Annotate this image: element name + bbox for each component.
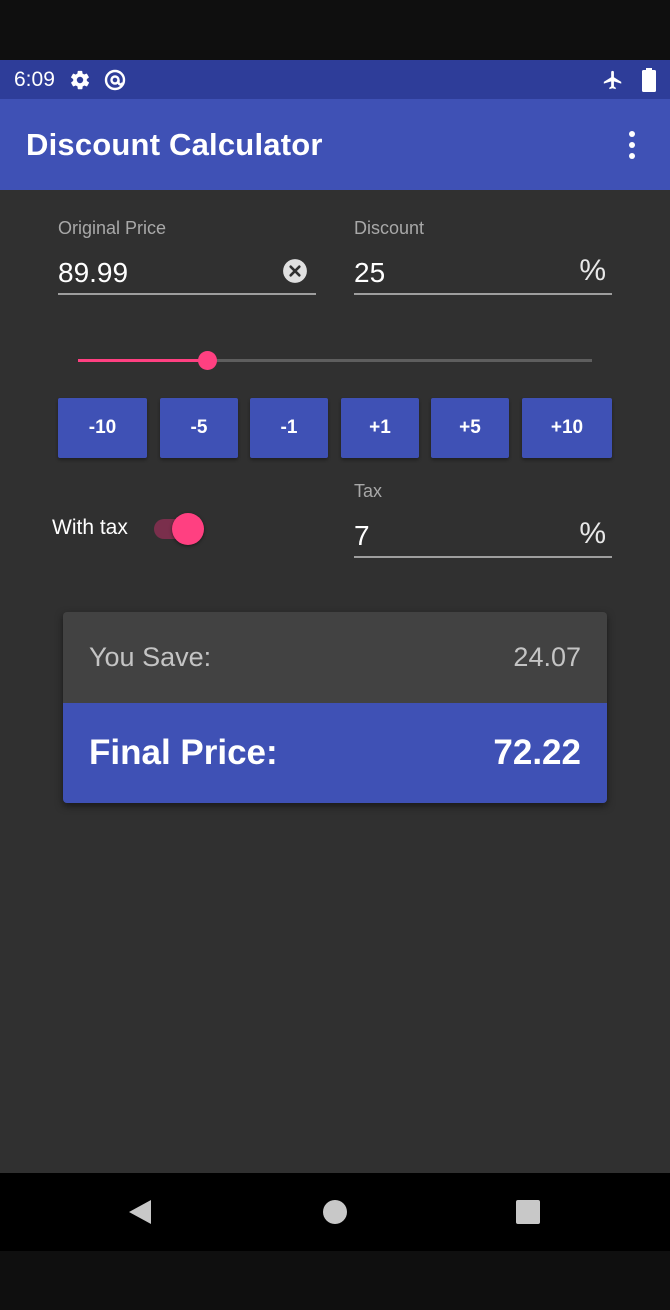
with-tax-label: With tax — [52, 516, 128, 539]
switch-thumb — [172, 513, 204, 545]
slider-thumb[interactable] — [197, 351, 217, 370]
discount-slider[interactable] — [78, 340, 592, 380]
result-card: You Save: 24.07 Final Price: 72.22 — [63, 612, 607, 803]
app-title: Discount Calculator — [26, 126, 323, 162]
bottom-bezel — [0, 1251, 670, 1310]
status-time: 6:09 — [14, 67, 55, 91]
tax-underline — [354, 556, 612, 558]
plus-10-button[interactable]: +10 — [522, 398, 612, 458]
back-icon[interactable] — [100, 1173, 180, 1251]
final-price-row: Final Price: 72.22 — [63, 703, 607, 803]
navigation-bar — [0, 1173, 670, 1251]
with-tax-switch[interactable] — [152, 510, 206, 546]
slider-fill — [78, 359, 207, 362]
original-price-label: Original Price — [58, 218, 167, 238]
airplane-icon — [602, 69, 624, 91]
more-vert-icon[interactable] — [620, 125, 644, 165]
status-bar: 6:09 — [0, 60, 670, 99]
main-content: Original Price Discount % -10 -5 -1 +1 +… — [0, 190, 670, 1173]
minus-10-button[interactable]: -10 — [58, 398, 147, 458]
settings-icon — [69, 69, 91, 91]
discount-label: Discount — [354, 218, 425, 238]
plus-5-button[interactable]: +5 — [431, 398, 509, 458]
discount-percent-suffix: % — [579, 254, 606, 287]
original-price-field: Original Price — [58, 218, 316, 296]
minus-5-button[interactable]: -5 — [160, 398, 238, 458]
original-price-underline — [58, 293, 316, 295]
top-bezel — [0, 0, 670, 60]
recents-icon[interactable] — [488, 1173, 568, 1251]
status-right-group — [602, 67, 656, 92]
tax-percent-suffix: % — [579, 517, 606, 550]
discount-field: Discount % — [354, 218, 612, 296]
you-save-row: You Save: 24.07 — [63, 612, 607, 703]
home-icon[interactable] — [295, 1173, 375, 1251]
discount-underline — [354, 293, 612, 295]
at-sign-icon — [103, 68, 127, 92]
plus-1-button[interactable]: +1 — [341, 398, 419, 458]
you-save-label: You Save: — [89, 642, 212, 672]
final-price-value: 72.22 — [493, 733, 581, 772]
tax-field: Tax % — [354, 481, 612, 559]
you-save-value: 24.07 — [513, 642, 581, 672]
original-price-input[interactable] — [58, 256, 316, 290]
final-price-label: Final Price: — [89, 733, 278, 772]
tax-label: Tax — [354, 481, 383, 501]
tax-input[interactable] — [354, 519, 612, 553]
clear-circle-icon[interactable] — [282, 258, 308, 289]
step-button-row: -10 -5 -1 +1 +5 +10 — [0, 398, 670, 458]
battery-icon — [642, 67, 656, 92]
discount-input[interactable] — [354, 256, 612, 290]
minus-1-button[interactable]: -1 — [250, 398, 328, 458]
app-bar: Discount Calculator — [0, 99, 670, 190]
